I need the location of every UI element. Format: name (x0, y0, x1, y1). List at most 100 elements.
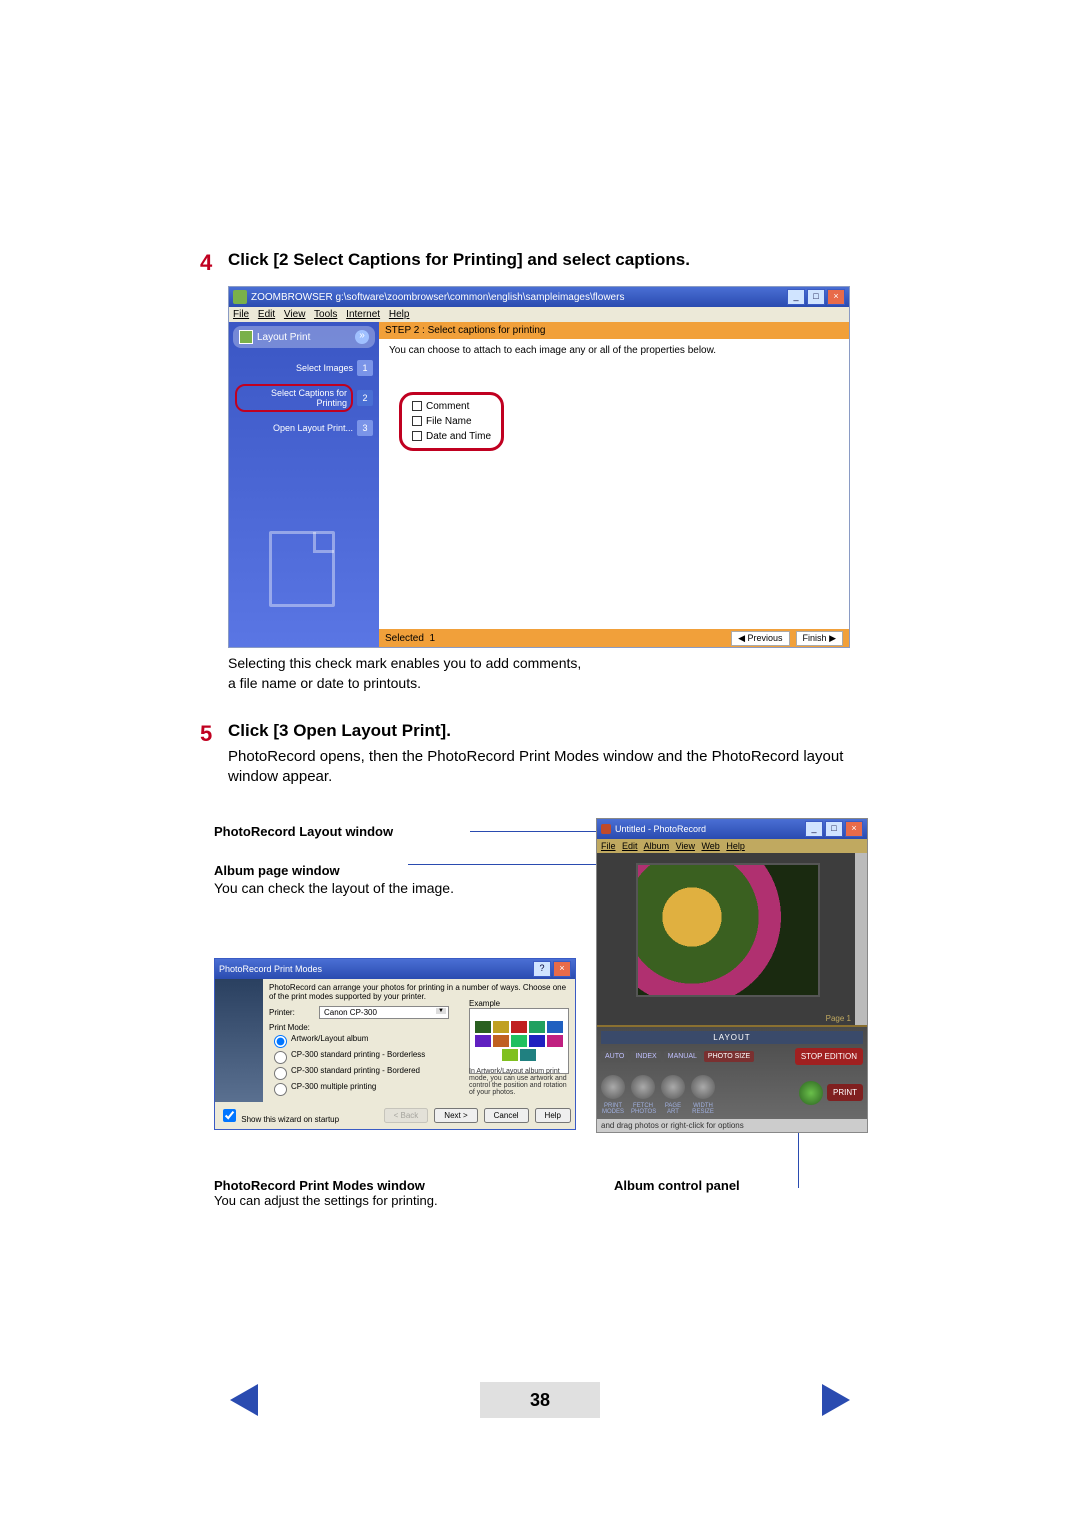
zb-step-3-label: Open Layout Print... (235, 423, 357, 433)
pr-modes-help-button[interactable]: ? (533, 961, 551, 977)
zb-step-2-num: 2 (357, 390, 373, 406)
thumb-icon (493, 1035, 509, 1047)
pr-print-button[interactable]: PRINT (827, 1084, 863, 1101)
pr-example-preview (469, 1008, 569, 1074)
zb-close-button[interactable]: × (827, 289, 845, 305)
pr-menu-album[interactable]: Album (644, 841, 670, 851)
zb-step-1[interactable]: Select Images 1 (233, 356, 375, 380)
pr-show-wizard-checkbox[interactable]: Show this wizard on startup (219, 1106, 339, 1125)
zb-app-icon (233, 290, 247, 304)
zb-step-2-label: Select Captions for Printing (235, 384, 353, 412)
zb-menu-internet[interactable]: Internet (346, 309, 380, 320)
thumb-icon (502, 1049, 518, 1061)
step-5: 5 Click [3 Open Layout Print]. PhotoReco… (200, 721, 880, 788)
zb-menu-file[interactable]: File (233, 309, 249, 320)
pr-menu-help[interactable]: Help (726, 841, 745, 851)
pr-maximize-button[interactable]: □ (825, 821, 843, 837)
pr-scrollbar[interactable] (855, 853, 867, 1025)
pr-stop-edition-button[interactable]: STOP EDITION (795, 1048, 863, 1065)
zb-step-2[interactable]: Select Captions for Printing 2 (233, 380, 375, 416)
zb-check-filename-row: File Name (412, 414, 491, 429)
pr-menu-file[interactable]: File (601, 841, 616, 851)
zb-menu-view[interactable]: View (284, 309, 306, 320)
zb-captions-group: Comment File Name Date and Time (399, 392, 504, 451)
zb-side-header-text: Layout Print (257, 332, 310, 343)
pr-knob-widthresize[interactable] (691, 1075, 715, 1099)
pr-modes-close-button[interactable]: × (553, 961, 571, 977)
radio-icon[interactable] (274, 1067, 287, 1080)
radio-icon[interactable] (274, 1083, 287, 1096)
radio-icon[interactable] (274, 1051, 287, 1064)
zb-step-3[interactable]: Open Layout Print... 3 (233, 416, 375, 440)
step-5-text: PhotoRecord opens, then the PhotoRecord … (228, 747, 880, 788)
pr-next-button[interactable]: Next > (434, 1108, 477, 1123)
pr-help-button[interactable]: Help (535, 1108, 571, 1123)
pr-photo-thumbnail[interactable] (636, 863, 820, 997)
pr-tab-manual[interactable]: MANUAL (664, 1051, 701, 1062)
label-print-modes-desc: You can adjust the settings for printing… (214, 1193, 574, 1208)
label-print-modes: PhotoRecord Print Modes window (214, 1178, 574, 1193)
layout-print-icon (239, 330, 253, 344)
zb-previous-button[interactable]: ◀ Previous (731, 631, 789, 646)
pr-menu-view[interactable]: View (676, 841, 695, 851)
pr-modes-side-image (215, 979, 263, 1102)
checkbox-icon[interactable] (412, 401, 422, 411)
pr-knob-label: FETCH PHOTOS (631, 1103, 655, 1115)
pr-example-box: Example (469, 999, 569, 1074)
zb-menu-tools[interactable]: Tools (314, 309, 337, 320)
pr-menu-web[interactable]: Web (701, 841, 719, 851)
pr-menu-edit[interactable]: Edit (622, 841, 638, 851)
pr-tab-auto[interactable]: AUTO (601, 1051, 628, 1062)
pr-modes-footer: Show this wizard on startup < Back Next … (215, 1102, 575, 1129)
zb-check-datetime[interactable]: Date and Time (426, 431, 491, 442)
pr-layout-window: Untitled - PhotoRecord _ □ × File Edit A… (596, 818, 868, 1133)
next-page-arrow-icon[interactable] (822, 1384, 850, 1416)
zb-maximize-button[interactable]: □ (807, 289, 825, 305)
pr-tab-index[interactable]: INDEX (631, 1051, 660, 1062)
zb-check-datetime-row: Date and Time (412, 429, 491, 444)
step-5-title: Click [3 Open Layout Print]. (228, 721, 880, 741)
pr-knob-printmodes[interactable] (601, 1075, 625, 1099)
thumb-icon (529, 1035, 545, 1047)
pr-printer-dropdown[interactable]: Canon CP-300 (319, 1006, 449, 1019)
pr-knob-pageart[interactable] (661, 1075, 685, 1099)
page-number: 38 (480, 1382, 600, 1418)
zb-step-1-label: Select Images (235, 363, 357, 373)
prev-page-arrow-icon[interactable] (230, 1384, 258, 1416)
checkbox-icon[interactable] (223, 1109, 236, 1122)
zb-minimize-button[interactable]: _ (787, 289, 805, 305)
thumb-icon (547, 1021, 563, 1033)
label-album-page: Album page window (214, 863, 494, 878)
pr-modes-titlebar: PhotoRecord Print Modes ? × (215, 959, 575, 979)
zb-main-text: You can choose to attach to each image a… (379, 339, 849, 362)
pr-minimize-button[interactable]: _ (805, 821, 823, 837)
zb-sidebar: Layout Print » Select Images 1 Select Ca… (229, 322, 379, 647)
pr-close-button[interactable]: × (845, 821, 863, 837)
thumb-icon (511, 1035, 527, 1047)
pr-layout-title-text: Untitled - PhotoRecord (615, 824, 706, 834)
pr-album-control-panel: LAYOUT AUTO INDEX MANUAL PHOTO SIZE STOP… (597, 1025, 867, 1119)
zb-check-filename[interactable]: File Name (426, 416, 472, 427)
zb-finish-button[interactable]: Finish ▶ (796, 631, 843, 646)
pr-album-page[interactable]: Page 1 (597, 853, 867, 1025)
checkbox-icon[interactable] (412, 431, 422, 441)
page: 4 Click [2 Select Captions for Printing]… (0, 0, 1080, 1528)
pr-bottom-labels: PhotoRecord Print Modes window You can a… (214, 1178, 894, 1208)
step-4-title: Click [2 Select Captions for Printing] a… (228, 250, 880, 270)
pr-print-knob-icon[interactable] (799, 1081, 823, 1105)
zb-menu-help[interactable]: Help (389, 309, 410, 320)
thumb-icon (475, 1035, 491, 1047)
radio-icon[interactable] (274, 1035, 287, 1048)
thumb-icon (520, 1049, 536, 1061)
checkbox-icon[interactable] (412, 416, 422, 426)
pr-tab-photosize[interactable]: PHOTO SIZE (704, 1051, 754, 1062)
zb-menu-edit[interactable]: Edit (258, 309, 275, 320)
pr-cancel-button[interactable]: Cancel (484, 1108, 529, 1123)
zb-side-header[interactable]: Layout Print » (233, 326, 375, 348)
pr-knob-fetch[interactable] (631, 1075, 655, 1099)
pr-layout-bar: LAYOUT (601, 1031, 863, 1044)
pr-printer-label: Printer: (269, 1008, 319, 1017)
pr-layout-titlebar: Untitled - PhotoRecord _ □ × (597, 819, 867, 839)
label-layout-window: PhotoRecord Layout window (214, 824, 494, 839)
zb-check-comment[interactable]: Comment (426, 401, 469, 412)
